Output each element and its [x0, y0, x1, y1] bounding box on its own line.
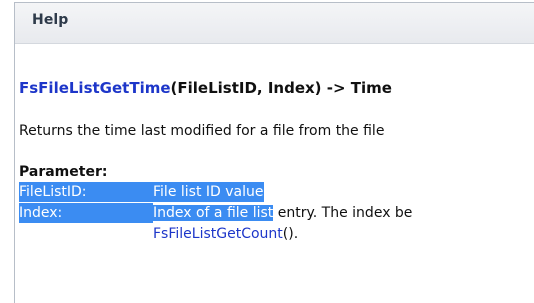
function-description: Returns the time last modified for a fil…	[19, 123, 385, 139]
signature-arguments: (FileListID, Index) -> Time	[170, 79, 392, 97]
function-signature: FsFileListGetTime(FileListID, Index) -> …	[19, 78, 534, 98]
function-name: FsFileListGetTime	[19, 79, 171, 97]
function-link[interactable]: FsFileListGetCount	[153, 226, 283, 242]
help-content: FsFileListGetTime(FileListID, Index) -> …	[19, 78, 534, 245]
parameter-heading: Parameter:	[19, 164, 108, 180]
panel-title: Help	[32, 12, 69, 28]
parameter-description: Index of a file list entry. The index be	[153, 203, 412, 223]
parameter-name: Index:	[19, 203, 153, 223]
parameter-continuation-text: FsFileListGetCount().	[153, 224, 298, 244]
parameter-name: FileListID:	[19, 182, 153, 202]
help-panel-header: Help	[15, 3, 534, 44]
parameter-continuation: FsFileListGetCount().	[19, 224, 534, 245]
parameter-description-rest: entry. The index be	[273, 205, 413, 221]
parameter-row-index: Index: Index of a file list entry. The i…	[19, 203, 534, 224]
continuation-suffix: ().	[282, 226, 299, 242]
parameter-description: File list ID value	[153, 182, 264, 202]
parameter-row-filelistid: FileListID: File list ID value	[19, 182, 534, 203]
parameter-description-selected: Index of a file list	[153, 205, 274, 221]
